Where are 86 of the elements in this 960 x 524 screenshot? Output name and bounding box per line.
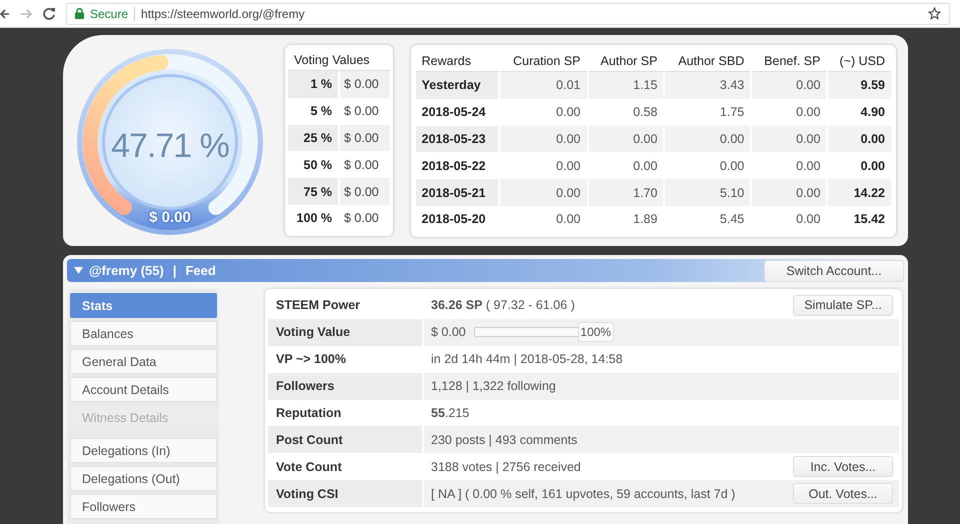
table-cell: 0.00 [752,179,826,206]
table-cell-text: 5 % [309,103,333,120]
table-cell-text: $ 0.00 [343,156,380,174]
sidebar-item[interactable]: Account Details [70,377,217,402]
table-cell: 1.15 [588,72,664,99]
table-cell: 1.70 [588,179,664,206]
sidebar-item[interactable]: Delegations (In) [70,438,217,463]
table-cell-text: 2018-05-20 [420,211,487,228]
table-cell: $ 0.00 [340,178,390,205]
table-cell-text: 4.90 [860,104,886,122]
table-cell: 1 % [288,71,338,98]
table-cell-text: 0.00 [555,104,582,122]
stat-value: [ NA ] ( 0.00 % self, 161 upvotes, 59 accounts, last 7d ) [431,486,736,501]
sidebar-item[interactable]: Delegations (Out) [70,466,217,491]
table-cell-text: 1.75 [718,104,746,122]
table-cell: 0.00 [828,126,891,152]
stat-label: Voting CSI [268,480,422,508]
table-cell-text: 100 % [296,210,333,228]
table-cell: 0.00 [500,126,586,152]
table-cell-text: 0.58 [632,104,658,122]
table-cell-text: 1.89 [632,211,658,228]
table-cell: 3.43 [665,72,750,99]
table-cell: 9.59 [828,72,891,99]
stat-action-button[interactable]: Out. Votes... [793,483,893,504]
stat-value: 55.215 [431,406,470,420]
stat-value: 36.26 SP ( 97.32 - 61.06 ) [431,298,575,312]
table-cell: 14.22 [828,179,891,206]
table-cell-text: 0.00 [795,104,822,122]
table-cell: 0.00 [752,72,826,99]
voting-power-value: $ 0.00 [148,209,192,226]
table-cell: 0.00 [665,126,750,152]
table-cell: $ 0.00 [340,71,390,98]
separator-text: | [172,263,176,278]
table-cell: 0.00 [752,126,826,152]
secure-label: Secure [90,6,128,20]
table-cell-text: $ 0.00 [343,210,380,228]
table-cell: 0.01 [500,72,586,99]
url-text: https://steemworld.org/@fremy [141,6,305,20]
stat-value: $ 0.00 [431,325,466,340]
stat-value: 1,128 | 1,322 following [431,379,556,394]
stat-action-button[interactable]: Inc. Votes... [793,456,893,478]
table-cell: 0.00 [588,126,664,152]
sidebar-item[interactable]: General Data [70,349,217,374]
table-cell: 0.00 [500,179,586,206]
table-cell: 5.10 [665,179,750,206]
sidebar-item[interactable]: Balances [70,321,217,346]
reload-icon[interactable] [42,6,56,20]
table-cell-text: 0.00 [860,158,886,175]
table-cell-text: 5.45 [718,211,746,228]
slider-thumb[interactable]: 100% [578,322,614,342]
table-cell: Yesterday [416,72,498,99]
stat-action-button[interactable]: Simulate SP... [793,294,893,316]
table-cell-text: 0.00 [795,211,822,228]
table-cell-text: 50 % [302,156,333,174]
address-field[interactable]: Secure https://steemworld.org/@fremy [66,2,950,24]
stat-label: VP ~> 100% [275,351,347,368]
bookmark-star-icon[interactable] [928,7,941,20]
switch-account-button[interactable]: Switch Account... [764,260,904,282]
stat-label: Post Count [268,426,422,454]
voting-power-percent: 47.71 % [110,127,230,166]
table-cell-text: 2018-05-24 [420,104,487,122]
table-cell: 2018-05-23 [416,126,498,152]
stat-label: Vote Count [275,458,343,476]
table-cell: 25 % [288,124,338,152]
table-cell-text: 0.00 [632,158,658,175]
table-cell-text: 0.00 [555,211,582,228]
stat-label: STEEM Power [275,297,362,314]
table-cell-text: 0.00 [718,158,746,175]
stat-label: Followers [268,372,422,400]
table-cell-text: $ 0.00 [343,103,380,120]
table-cell-text: 15.42 [852,211,886,228]
table-cell: 75 % [288,178,338,205]
table-cell-text: 0.00 [795,158,822,175]
lock-icon [75,8,84,19]
stat-value: 230 posts | 493 comments [431,432,578,447]
collapse-caret-icon[interactable] [74,267,83,274]
table-cell-text: 2018-05-22 [420,158,487,175]
table-cell-text: 0.00 [555,158,582,175]
stat-label: Voting Value [268,318,422,346]
sidebar-item[interactable]: Followers [70,494,217,519]
back-icon[interactable] [0,8,10,20]
stat-label: Reputation [275,405,342,422]
stat-value: in 2d 14h 44m | 2018-05-28, 14:58 [431,352,623,366]
table-cell: $ 0.00 [340,124,390,152]
stat-value: 3188 votes | 2756 received [431,460,581,474]
table-cell: 2018-05-21 [416,179,498,206]
